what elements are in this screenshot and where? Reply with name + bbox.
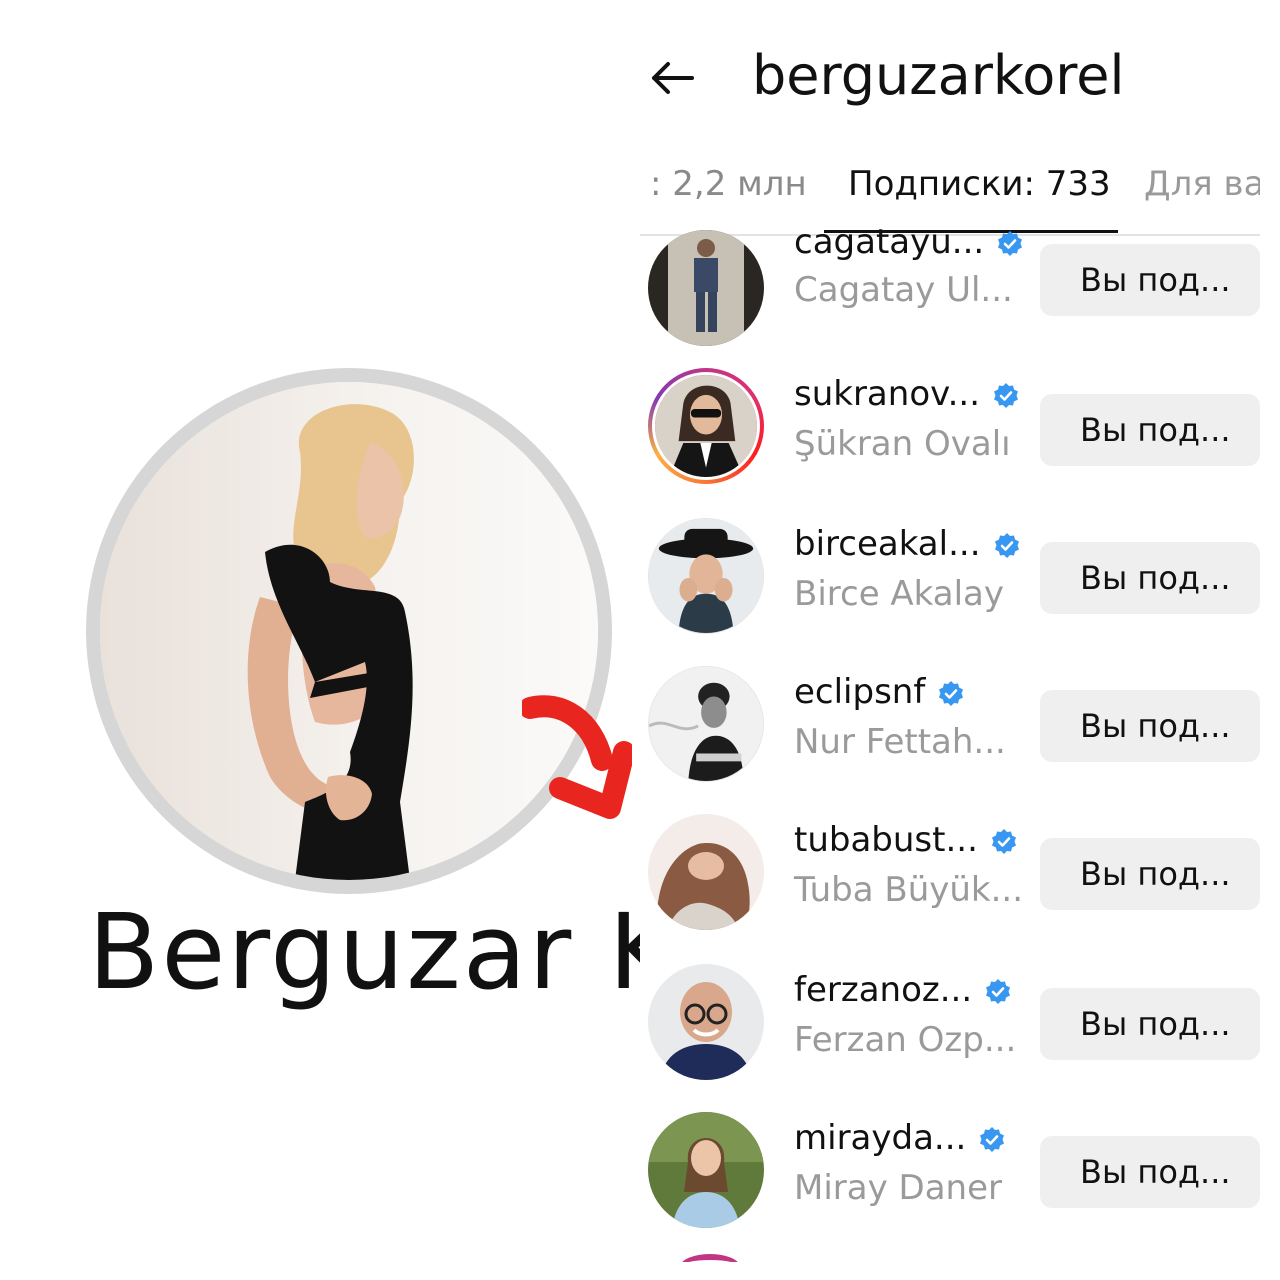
verified-badge-icon	[939, 680, 964, 706]
list-item[interactable]: mirayda... Miray Daner Вы под...	[640, 1112, 1260, 1260]
avatar[interactable]	[648, 666, 764, 782]
following-button[interactable]: Вы под...	[1040, 542, 1260, 614]
list-item[interactable]: cagatayu... Cagatay Ul... Вы под...	[640, 220, 1260, 368]
back-arrow-icon[interactable]	[648, 58, 694, 98]
verified-badge-icon	[986, 978, 1011, 1004]
full-name-text: Miray Daner	[794, 1168, 1002, 1208]
avatar-image	[648, 1112, 764, 1228]
username-text: birceakal...	[794, 524, 981, 564]
verified-badge-icon	[991, 828, 1016, 854]
tab-followers[interactable]: : 2,2 млн	[650, 164, 807, 204]
handle-row[interactable]: tubabust...	[794, 820, 1018, 860]
tab-for-you[interactable]: Для ва	[1144, 164, 1260, 204]
avatar[interactable]	[648, 1112, 764, 1228]
avatar[interactable]	[648, 518, 764, 634]
following-button[interactable]: Вы под...	[1040, 988, 1260, 1060]
handle-row[interactable]: ferzanoz...	[794, 970, 1012, 1010]
list-item[interactable]: eclipsnf Nur Fettah... Вы под...	[640, 666, 1260, 814]
following-button[interactable]: Вы под...	[1040, 1136, 1260, 1208]
tab-following[interactable]: Подписки: 733	[848, 164, 1111, 204]
avatar-image	[648, 230, 764, 346]
full-name-text: Cagatay Ul...	[794, 270, 1013, 310]
following-button[interactable]: Вы под...	[1040, 394, 1260, 466]
username-text: cagatayu...	[794, 222, 985, 262]
username-text: ferzanoz...	[794, 970, 973, 1010]
avatar[interactable]	[648, 814, 764, 930]
avatar[interactable]	[648, 964, 764, 1080]
list-item[interactable]: ferzanoz... Ferzan Ozp... Вы под...	[640, 964, 1260, 1112]
following-button[interactable]: Вы под...	[1040, 838, 1260, 910]
following-button[interactable]: Вы под...	[1040, 690, 1260, 762]
collage-left-panel: Berguzar Kı	[0, 0, 640, 1280]
avatar-image	[655, 375, 757, 477]
avatar-image	[649, 667, 763, 781]
avatar-image	[648, 814, 764, 930]
list-item[interactable]: sukranov... Şükran Ovalı Вы под...	[640, 368, 1260, 516]
page-title: berguzarkorel	[752, 44, 1125, 107]
handle-row[interactable]: eclipsnf	[794, 672, 965, 712]
full-name-text: Tuba Büyük...	[794, 870, 1024, 910]
avatar-image	[648, 964, 764, 1080]
full-name-text: Birce Akalay	[794, 574, 1005, 614]
red-curved-arrow-icon	[522, 695, 632, 819]
username-text: sukranov...	[794, 374, 981, 414]
username-text: mirayda...	[794, 1118, 967, 1158]
username-text: tubabust...	[794, 820, 978, 860]
handle-row[interactable]: mirayda...	[794, 1118, 1006, 1158]
full-name-text: Şükran Ovalı	[794, 424, 1011, 464]
full-name-text: Ferzan Ozp...	[794, 1020, 1017, 1060]
list-item[interactable]: birceakal... Birce Akalay Вы под...	[640, 518, 1260, 666]
handle-row[interactable]: cagatayu...	[794, 222, 1024, 262]
username-text: eclipsnf	[794, 672, 926, 712]
verified-badge-icon	[980, 1126, 1005, 1152]
list-item[interactable]: tubabust... Tuba Büyük... Вы под...	[640, 814, 1260, 962]
handle-row[interactable]: sukranov...	[794, 374, 1020, 414]
avatar-image	[649, 519, 763, 633]
verified-badge-icon	[994, 532, 1019, 558]
avatar-with-story-ring[interactable]	[648, 368, 764, 484]
verified-badge-icon	[998, 230, 1023, 256]
verified-badge-icon	[994, 382, 1019, 408]
following-button[interactable]: Вы под...	[1040, 244, 1260, 316]
instagram-following-screen: berguzarkorel : 2,2 млн Подписки: 733 Дл…	[640, 0, 1260, 1262]
full-name-text: Nur Fettah...	[794, 722, 1006, 762]
avatar[interactable]	[648, 230, 764, 346]
top-bar: berguzarkorel	[640, 0, 1260, 150]
profile-display-name: Berguzar Kı	[88, 891, 640, 1013]
handle-row[interactable]: birceakal...	[794, 524, 1021, 564]
